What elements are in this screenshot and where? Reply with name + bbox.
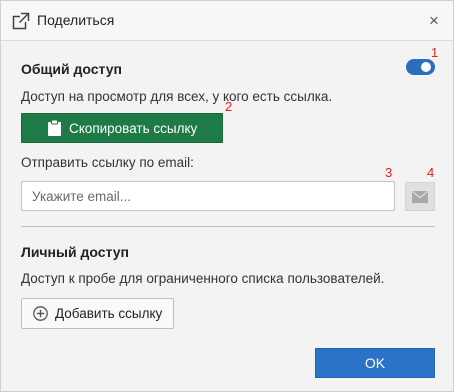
annotation-marker-4: 4 bbox=[427, 165, 435, 180]
public-access-title: Общий доступ bbox=[21, 61, 122, 77]
envelope-icon bbox=[412, 190, 428, 203]
section-divider bbox=[21, 226, 435, 227]
clipboard-icon bbox=[48, 120, 61, 136]
public-access-description: Доступ на просмотр для всех, у кого есть… bbox=[21, 89, 333, 104]
private-access-description: Доступ к пробе для ограниченного списка … bbox=[21, 271, 385, 286]
email-input[interactable] bbox=[21, 181, 395, 211]
toggle-knob bbox=[421, 62, 431, 72]
ok-button[interactable]: OK bbox=[315, 348, 435, 378]
add-link-button[interactable]: Добавить ссылку bbox=[21, 298, 174, 329]
email-label: Отправить ссылку по email: bbox=[21, 155, 194, 170]
add-link-label: Добавить ссылку bbox=[55, 306, 163, 321]
dialog-title: Поделиться bbox=[37, 12, 115, 28]
copy-link-label: Скопировать ссылку bbox=[69, 120, 198, 136]
dialog-titlebar: Поделиться × bbox=[1, 1, 453, 41]
close-button[interactable]: × bbox=[425, 12, 443, 30]
plus-circle-icon bbox=[33, 306, 48, 321]
share-external-icon bbox=[12, 12, 30, 30]
share-dialog: Поделиться × Общий доступ 1 Доступ на пр… bbox=[0, 0, 454, 392]
annotation-marker-3: 3 bbox=[385, 165, 393, 180]
public-access-toggle[interactable] bbox=[406, 59, 435, 75]
annotation-marker-2: 2 bbox=[225, 99, 233, 114]
private-access-title: Личный доступ bbox=[21, 244, 129, 260]
annotation-marker-1: 1 bbox=[431, 45, 439, 60]
send-email-button[interactable] bbox=[405, 182, 435, 211]
copy-link-button[interactable]: Скопировать ссылку bbox=[21, 113, 223, 143]
